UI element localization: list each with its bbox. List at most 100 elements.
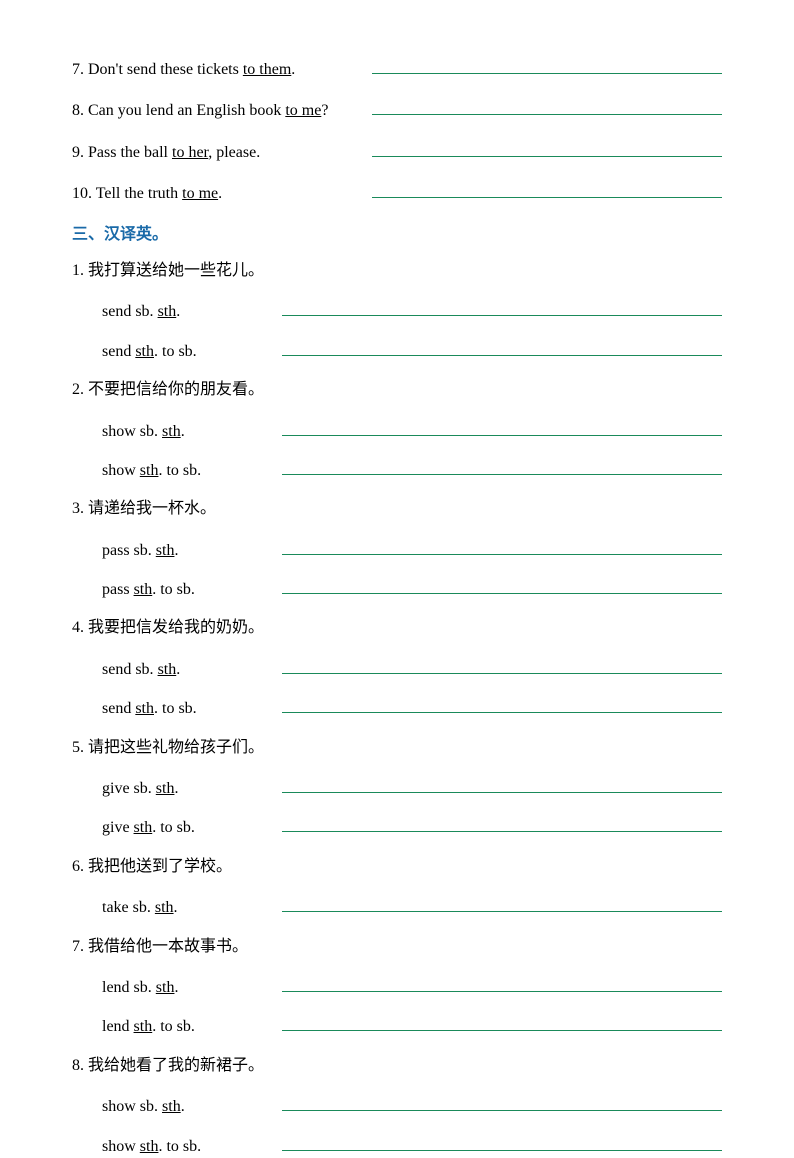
- q9-pre: 9. Pass the ball: [72, 144, 172, 161]
- q9-blank[interactable]: [372, 141, 722, 157]
- pattern-b-sth: sth: [134, 581, 153, 600]
- q10-text: 10. Tell the truth to me.: [72, 183, 372, 205]
- s3-q4-pattern1: send sb. sth.: [72, 658, 722, 681]
- s3-q3-blank1[interactable]: [282, 539, 722, 555]
- s3-q1-pattern1-label: send sb. sth.: [102, 301, 282, 323]
- s3-q6-text: 6. 我把他送到了学校。: [72, 856, 232, 878]
- s3-q4-pattern1-label: send sb. sth.: [102, 659, 282, 681]
- s3-q3-pattern2-label: pass sth. to sb.: [102, 579, 282, 601]
- rewrite-q7: 7. Don't send these tickets to them.: [72, 58, 722, 81]
- pattern-c: .: [176, 661, 180, 678]
- pattern-b-sth: sth: [156, 542, 175, 561]
- s3-q2-pattern1: show sb. sth.: [72, 420, 722, 443]
- section3-body: 1. 我打算送给她一些花儿。send sb. sth.send sth. to …: [72, 260, 722, 1158]
- rewrite-q8: 8. Can you lend an English book to me?: [72, 99, 722, 122]
- section3-title: 三、汉译英。: [72, 224, 722, 246]
- pattern-b-sth: sth: [135, 343, 154, 362]
- pattern-c: .: [176, 303, 180, 320]
- s3-q5-pattern1-label: give sb. sth.: [102, 778, 282, 800]
- q8-post: ?: [321, 102, 328, 119]
- q8-pre: 8. Can you lend an English book: [72, 102, 285, 119]
- s3-q1-pattern2: send sth. to sb.: [72, 340, 722, 363]
- pattern-a: show sb.: [102, 1098, 162, 1115]
- pattern-a: show: [102, 1138, 140, 1155]
- pattern-b-sth: sth: [156, 979, 175, 998]
- pattern-a: lend sb.: [102, 979, 156, 996]
- s3-q4-pattern2-label: send sth. to sb.: [102, 698, 282, 720]
- q7-u: to them: [243, 61, 291, 78]
- s3-q6-blank1[interactable]: [282, 896, 722, 912]
- pattern-b-sth: sth: [155, 899, 174, 918]
- pattern-b-sth: sth: [134, 819, 153, 838]
- s3-q8-blank2[interactable]: [282, 1135, 722, 1151]
- pattern-b-sth: sth: [162, 423, 181, 442]
- pattern-a: show sb.: [102, 423, 162, 440]
- s3-q5-blank2[interactable]: [282, 816, 722, 832]
- pattern-a: pass: [102, 581, 134, 598]
- pattern-c: .: [174, 979, 178, 996]
- s3-q6-pattern1: take sb. sth.: [72, 896, 722, 919]
- s3-q8-pattern1: show sb. sth.: [72, 1095, 722, 1118]
- q7-text: 7. Don't send these tickets to them.: [72, 59, 372, 81]
- pattern-a: show: [102, 462, 140, 479]
- pattern-a: send: [102, 343, 135, 360]
- q9-post: , please.: [208, 144, 260, 161]
- pattern-b-sth: sth: [140, 462, 159, 481]
- s3-q2-pattern2: show sth. to sb.: [72, 459, 722, 482]
- q8-blank[interactable]: [372, 99, 722, 115]
- s3-q2-blank2[interactable]: [282, 459, 722, 475]
- s3-q3-blank2[interactable]: [282, 578, 722, 594]
- s3-q7-pattern2-label: lend sth. to sb.: [102, 1016, 282, 1038]
- pattern-a: give: [102, 819, 134, 836]
- pattern-a: send sb.: [102, 303, 158, 320]
- pattern-a: give sb.: [102, 780, 156, 797]
- pattern-b-sth: sth: [135, 700, 154, 719]
- pattern-c: . to sb.: [152, 819, 195, 836]
- s3-q7-blank2[interactable]: [282, 1015, 722, 1031]
- pattern-a: pass sb.: [102, 542, 156, 559]
- pattern-b-sth: sth: [162, 1098, 181, 1117]
- s3-q7-pattern2: lend sth. to sb.: [72, 1015, 722, 1038]
- pattern-c: .: [181, 1098, 185, 1115]
- s3-q4-pattern2: send sth. to sb.: [72, 697, 722, 720]
- s3-q2: 2. 不要把信给你的朋友看。: [72, 379, 722, 401]
- s3-q8: 8. 我给她看了我的新裙子。: [72, 1055, 722, 1077]
- q10-blank[interactable]: [372, 182, 722, 198]
- s3-q8-blank1[interactable]: [282, 1095, 722, 1111]
- s3-q1-blank1[interactable]: [282, 300, 722, 316]
- q9-text: 9. Pass the ball to her, please.: [72, 142, 372, 164]
- s3-q3-pattern2: pass sth. to sb.: [72, 578, 722, 601]
- s3-q1-blank2[interactable]: [282, 340, 722, 356]
- s3-q4: 4. 我要把信发给我的奶奶。: [72, 617, 722, 639]
- s3-q2-pattern2-label: show sth. to sb.: [102, 460, 282, 482]
- s3-q6-pattern1-label: take sb. sth.: [102, 897, 282, 919]
- q10-pre: 10. Tell the truth: [72, 185, 182, 202]
- q10-post: .: [218, 185, 222, 202]
- rewrite-q9: 9. Pass the ball to her, please.: [72, 141, 722, 164]
- s3-q2-pattern1-label: show sb. sth.: [102, 421, 282, 443]
- s3-q3-text: 3. 请递给我一杯水。: [72, 498, 216, 520]
- s3-q3-pattern1-label: pass sb. sth.: [102, 540, 282, 562]
- s3-q7-blank1[interactable]: [282, 976, 722, 992]
- s3-q6: 6. 我把他送到了学校。: [72, 856, 722, 878]
- s3-q8-pattern1-label: show sb. sth.: [102, 1096, 282, 1118]
- s3-q8-pattern2: show sth. to sb.: [72, 1135, 722, 1158]
- s3-q4-blank2[interactable]: [282, 697, 722, 713]
- s3-q4-blank1[interactable]: [282, 658, 722, 674]
- rewrite-q10: 10. Tell the truth to me.: [72, 182, 722, 205]
- pattern-c: .: [174, 899, 178, 916]
- pattern-b-sth: sth: [134, 1018, 153, 1037]
- s3-q8-text: 8. 我给她看了我的新裙子。: [72, 1055, 264, 1077]
- s3-q5-text: 5. 请把这些礼物给孩子们。: [72, 737, 264, 759]
- q7-blank[interactable]: [372, 58, 722, 74]
- pattern-a: send sb.: [102, 661, 158, 678]
- s3-q5-blank1[interactable]: [282, 777, 722, 793]
- pattern-c: . to sb.: [154, 343, 197, 360]
- s3-q2-blank1[interactable]: [282, 420, 722, 436]
- pattern-c: . to sb.: [158, 462, 201, 479]
- s3-q5-pattern2-label: give sth. to sb.: [102, 817, 282, 839]
- pattern-c: .: [174, 780, 178, 797]
- pattern-b-sth: sth: [140, 1138, 159, 1157]
- q10-u: to me: [182, 185, 218, 202]
- s3-q4-text: 4. 我要把信发给我的奶奶。: [72, 617, 264, 639]
